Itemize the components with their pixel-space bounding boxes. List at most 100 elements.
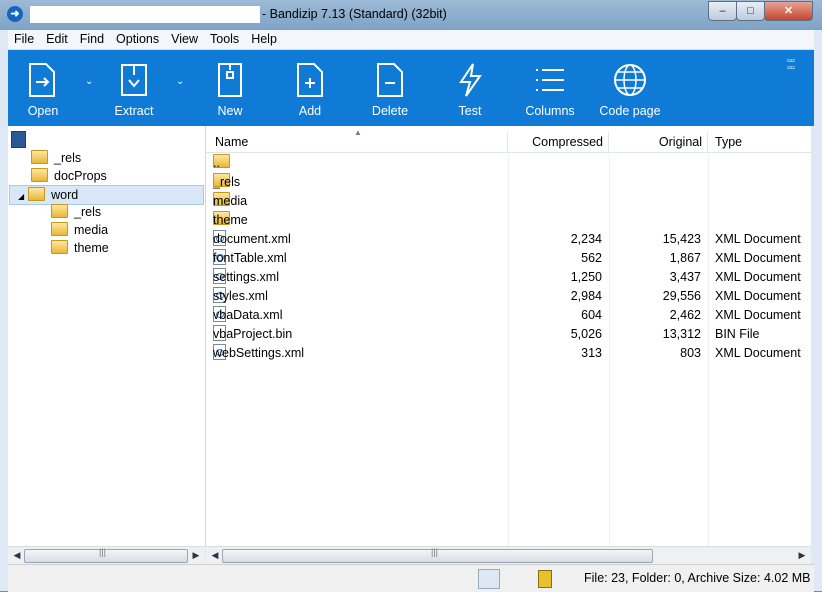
codepage-button[interactable]: Code page [595,62,665,118]
menu-tools[interactable]: Tools [204,30,245,49]
original-size: 15,423 [662,232,701,246]
scroll-right-icon[interactable]: ▶ [189,547,203,564]
compressed-size: 2,984 [570,289,602,303]
file-row[interactable]: settings.xml 1,250 3,437 XML Document [206,268,811,287]
scroll-left-icon[interactable]: ◀ [10,547,24,564]
toolbar: Open ⌄ Extract ⌄ New Add Delete Test Col… [8,50,814,126]
column-type-header[interactable]: Type [708,132,811,152]
compressed-size: 604 [581,308,602,322]
compressed-size: 313 [581,346,602,360]
tree-item[interactable]: theme [51,239,109,257]
file-name: .. [213,156,220,170]
archive-book-icon[interactable] [538,570,552,588]
tree-item-label: theme [74,241,109,255]
file-row[interactable]: styles.xml 2,984 29,556 XML Document [206,287,811,306]
tree-horizontal-scrollbar[interactable]: ◀ ||| ▶ [8,546,205,564]
file-name: theme [213,213,248,227]
new-archive-icon [218,63,242,97]
close-button[interactable]: ✕ [764,1,813,21]
file-row[interactable]: fontTable.xml 562 1,867 XML Document [206,249,811,268]
file-name: styles.xml [213,289,268,303]
file-type: XML Document [715,308,801,322]
original-size: 13,312 [662,327,701,341]
expand-triangle-icon[interactable]: ◢ [18,192,24,201]
status-text: File: 23, Folder: 0, Archive Size: 4.02 … [584,571,811,585]
globe-icon [614,64,646,96]
file-name: document.xml [213,232,291,246]
original-size: 3,437 [669,270,701,284]
open-dropdown-arrow-icon[interactable]: ⌄ [85,76,93,87]
add-button[interactable]: Add [275,62,345,118]
extract-label: Extract [114,104,154,118]
file-type: XML Document [715,270,801,284]
menu-find[interactable]: Find [74,30,110,49]
tree-item-label: docProps [54,169,107,183]
tree-item[interactable]: docProps [31,167,107,185]
columns-label: Columns [525,104,575,118]
menu-view[interactable]: View [165,30,204,49]
tree-item-label: media [74,223,109,237]
scroll-right-icon[interactable]: ▶ [795,547,809,564]
original-size: 2,462 [669,308,701,322]
menu-help[interactable]: Help [245,30,283,49]
add-file-icon [297,63,323,97]
folder-tree: _rels docProps ◢ word _rels media theme [8,126,206,546]
open-icon [29,63,55,97]
file-type: XML Document [715,251,801,265]
menu-file[interactable]: File [8,30,40,49]
column-compressed-header[interactable]: Compressed [508,132,609,152]
columns-button[interactable]: Columns [515,62,585,118]
word-document-icon [11,131,26,148]
extract-dropdown-arrow-icon[interactable]: ⌄ [176,76,184,87]
file-row[interactable]: vbaData.xml 604 2,462 XML Document [206,306,811,325]
maximize-button[interactable]: □ [736,1,765,21]
file-row[interactable]: .. [206,154,811,173]
folder-icon [31,168,48,182]
file-list: Name Compressed Original Type ▲ .. _rels m… [206,126,811,546]
list-horizontal-scrollbar[interactable]: ◀ ||| ▶ [206,546,811,564]
file-row[interactable]: media [206,192,811,211]
file-row[interactable]: theme [206,211,811,230]
file-name: settings.xml [213,270,279,284]
details-view-icon[interactable] [478,569,500,589]
file-row[interactable]: vbaProject.bin 5,026 13,312 BIN File [206,325,811,344]
file-name: vbaProject.bin [213,327,293,341]
file-type: XML Document [715,289,801,303]
file-name: webSettings.xml [213,346,305,360]
open-button[interactable]: Open [8,62,78,118]
tree-item[interactable]: _rels [51,203,101,221]
menu-edit[interactable]: Edit [40,30,74,49]
scroll-thumb[interactable]: ||| [24,547,188,563]
delete-button[interactable]: Delete [355,62,425,118]
folder-icon [51,204,68,218]
column-header: Name Compressed Original Type [206,132,811,153]
tree-item-label: _rels [54,151,82,165]
codepage-label: Code page [599,104,661,118]
tree-item[interactable]: _rels [31,149,81,167]
test-button[interactable]: Test [435,62,505,118]
file-row[interactable]: document.xml 2,234 15,423 XML Document [206,230,811,249]
layout-toggle-icon[interactable]: ▫▫ ▫▫ [787,56,795,74]
tree-root[interactable] [11,131,26,149]
menu-options[interactable]: Options [110,30,165,49]
original-size: 803 [680,346,701,360]
minimize-button[interactable]: – [708,1,737,21]
open-label: Open [27,104,59,118]
scroll-thumb[interactable]: ||| [222,547,653,563]
column-original-header[interactable]: Original [609,132,708,152]
extract-button[interactable]: Extract [99,62,169,118]
tree-item-label: word [51,188,79,202]
bandizip-logo-icon: ➜ [7,6,23,22]
status-bar: File: 23, Folder: 0, Archive Size: 4.02 … [8,564,814,592]
window-title: - Bandizip 7.13 (Standard) (32bit) [262,7,447,21]
menu-bar: File Edit Find Options View Tools Help [8,30,814,50]
file-row[interactable]: _rels [206,173,811,192]
tree-item[interactable]: media [51,221,108,239]
new-button[interactable]: New [195,62,265,118]
tree-item-selected[interactable]: ◢ word [9,185,204,205]
tree-item-label: _rels [74,205,102,219]
thumbnail-view-icon[interactable] [504,569,526,589]
scroll-left-icon[interactable]: ◀ [208,547,222,564]
compressed-size: 1,250 [570,270,602,284]
file-row[interactable]: webSettings.xml 313 803 XML Document [206,344,811,363]
